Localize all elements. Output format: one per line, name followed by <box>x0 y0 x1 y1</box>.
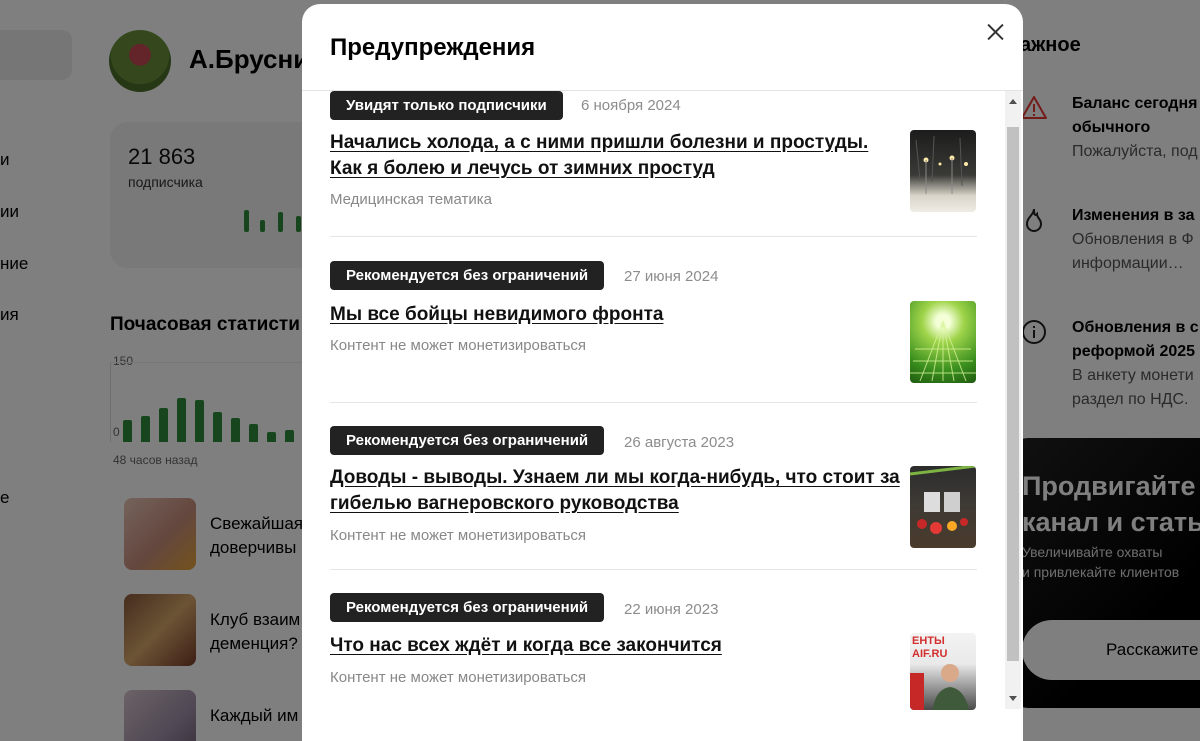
scroll-thumb[interactable] <box>1007 127 1019 661</box>
scroll-up-arrow-icon[interactable] <box>1009 99 1017 104</box>
article-title-link[interactable]: Начались холода, а с ними пришли болезни… <box>330 130 900 182</box>
warning-reason: Контент не может монетизироваться <box>330 669 587 686</box>
warning-date: 27 июня 2024 <box>624 268 719 285</box>
modal-scrollbar[interactable] <box>1005 91 1021 709</box>
warning-date: 26 августа 2023 <box>624 434 735 451</box>
warnings-list: Увидят только подписчики 6 ноября 2024 Н… <box>330 91 977 711</box>
warning-item: Рекомендуется без ограничений 27 июня 20… <box>330 237 977 403</box>
close-button[interactable] <box>977 14 1013 50</box>
visibility-tag: Рекомендуется без ограничений <box>330 593 605 622</box>
article-thumbnail[interactable] <box>910 301 976 383</box>
warning-reason: Контент не может монетизироваться <box>330 337 587 354</box>
memorial-flowers-thumbnail <box>910 466 976 534</box>
article-thumbnail[interactable] <box>910 130 976 212</box>
article-thumbnail[interactable] <box>910 466 976 548</box>
warning-item: Увидят только подписчики 6 ноября 2024 Н… <box>330 91 977 237</box>
scroll-down-arrow-icon[interactable] <box>1009 696 1017 701</box>
warning-reason: Медицинская тематика <box>330 191 492 208</box>
article-title-link[interactable]: Доводы - выводы. Узнаем ли мы когда-нибу… <box>330 465 900 517</box>
green-circuit-thumbnail <box>910 320 976 382</box>
article-title-link[interactable]: Мы все бойцы невидимого фронта <box>330 302 900 328</box>
winter-night-thumbnail <box>915 135 968 194</box>
visibility-tag: Увидят только подписчики <box>330 91 563 120</box>
warning-item: Рекомендуется без ограничений 22 июня 20… <box>330 570 977 711</box>
article-title-link[interactable]: Что нас всех ждёт и когда все закончится <box>330 633 900 659</box>
person-icon <box>910 664 970 710</box>
warning-date: 22 июня 2023 <box>624 601 719 618</box>
article-thumbnail[interactable]: ЕНТЫ AIF.RU <box>910 633 976 710</box>
visibility-tag: Рекомендуется без ограничений <box>330 261 605 290</box>
visibility-tag: Рекомендуется без ограничений <box>330 426 605 455</box>
modal-title: Предупреждения <box>330 34 536 61</box>
warnings-modal: Предупреждения Увидят только подписчики … <box>302 4 1023 741</box>
warning-item: Рекомендуется без ограничений 26 августа… <box>330 403 977 570</box>
warning-date: 6 ноября 2024 <box>581 97 681 114</box>
modal-header: Предупреждения <box>302 4 1023 91</box>
warning-reason: Контент не может монетизироваться <box>330 527 587 544</box>
